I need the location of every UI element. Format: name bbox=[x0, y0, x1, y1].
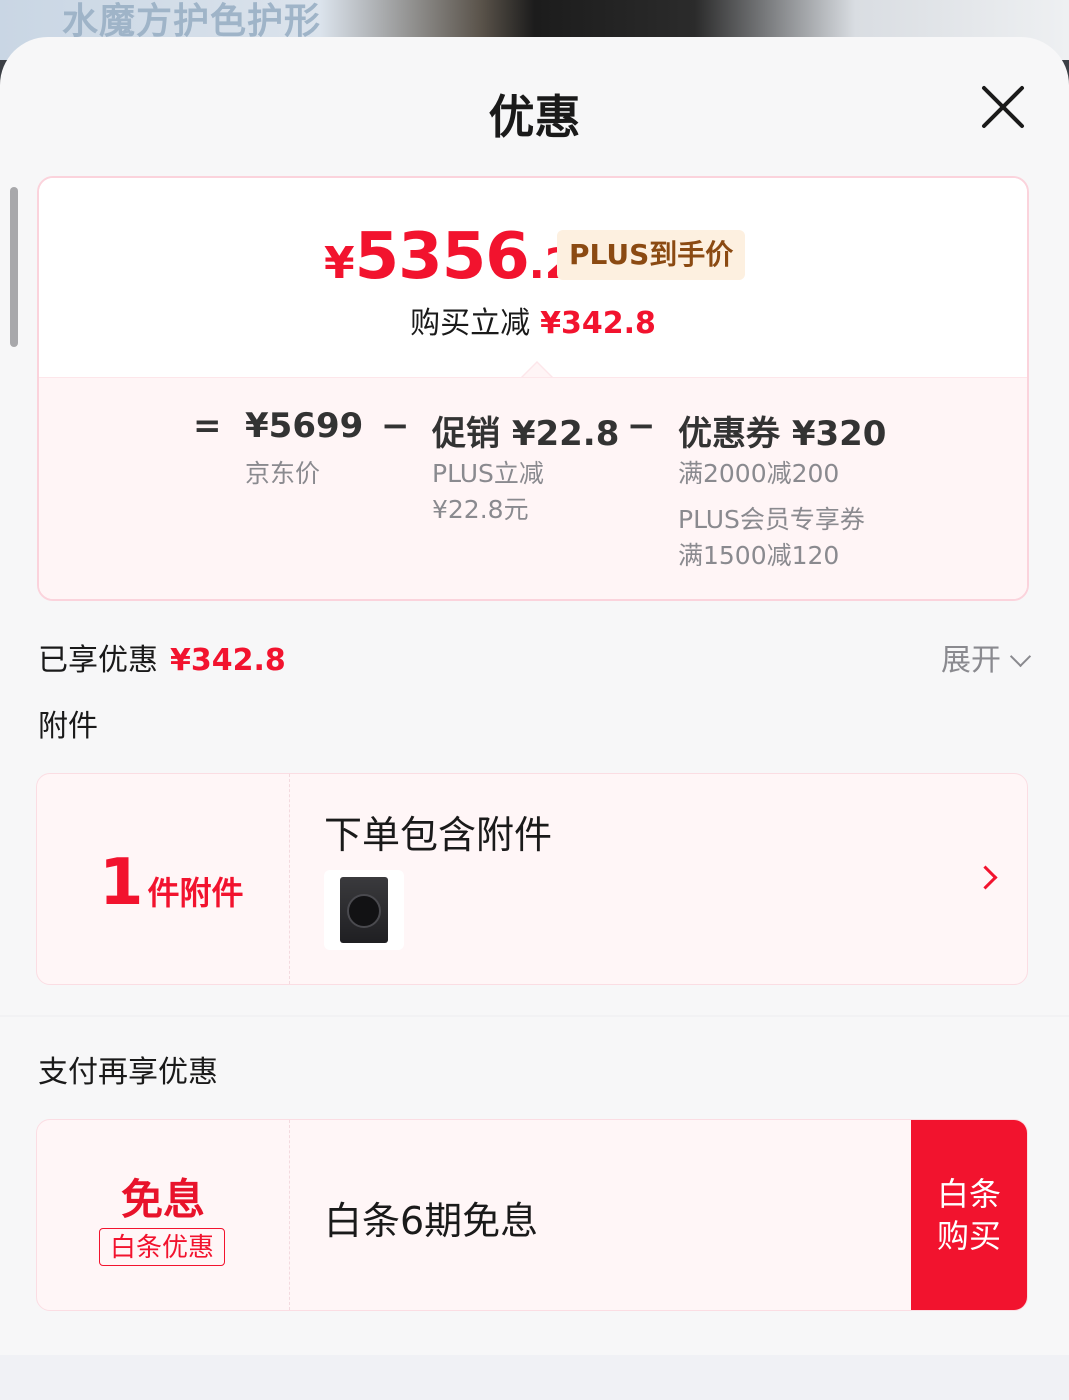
close-icon[interactable] bbox=[980, 84, 1026, 130]
promotion-detail: ¥22.8元 bbox=[432, 495, 529, 524]
jd-price-label: 京东价 bbox=[245, 459, 321, 488]
enjoyed-amount: ¥342.8 bbox=[170, 643, 286, 678]
reduce-line: 购买立减 ¥342.8 bbox=[39, 298, 1027, 342]
enjoyed-discount-row: 已享优惠 ¥342.8 展开 bbox=[38, 635, 1032, 679]
interest-free-title: 免息 bbox=[120, 1175, 205, 1224]
price-card: ¥5356.2 PLUS到手价 购买立减 ¥342.8 = ¥5699 京东价 −… bbox=[37, 176, 1029, 601]
minus-sign: − bbox=[381, 406, 410, 446]
washing-machine-image bbox=[340, 877, 388, 943]
jd-price-value: ¥5699 bbox=[245, 406, 364, 446]
coupon-detail: PLUS会员专享券 bbox=[678, 505, 865, 534]
accessory-count: 1 件附件 bbox=[99, 846, 244, 920]
payment-badge-panel: 免息 白条优惠 bbox=[37, 1120, 290, 1310]
accessories-card[interactable]: 1 件附件 下单包含附件 bbox=[36, 773, 1028, 985]
accessories-section-title: 附件 bbox=[38, 709, 98, 744]
sheet-title: 优惠 bbox=[488, 90, 581, 144]
accessory-thumbnail[interactable] bbox=[324, 870, 404, 950]
enjoyed-label: 已享优惠 bbox=[38, 643, 158, 678]
accessory-count-panel: 1 件附件 bbox=[37, 774, 290, 984]
price-integer: 5356 bbox=[354, 220, 530, 294]
notch bbox=[523, 363, 551, 377]
baitiao-buy-button[interactable]: 白条 购买 bbox=[911, 1120, 1027, 1310]
coupon-detail: 满1500减120 bbox=[678, 541, 840, 570]
accessory-count-unit: 件附件 bbox=[147, 874, 244, 912]
equals-sign: = bbox=[193, 406, 222, 446]
coupon-detail: 满2000减200 bbox=[678, 459, 840, 488]
chevron-down-icon bbox=[1009, 645, 1032, 668]
bottom-band bbox=[0, 1355, 1069, 1400]
final-price: ¥5356.2 bbox=[324, 220, 574, 294]
divider bbox=[0, 1015, 1069, 1017]
buy-button-line1: 白条 bbox=[936, 1175, 1001, 1213]
promotion-detail: PLUS立减 bbox=[432, 459, 544, 488]
expand-label: 展开 bbox=[941, 643, 1001, 678]
reduce-amount: ¥342.8 bbox=[540, 306, 656, 341]
promotion-value: 促销 ¥22.8 bbox=[432, 414, 620, 454]
baitiao-tag: 白条优惠 bbox=[99, 1228, 225, 1266]
reduce-label: 购买立减 bbox=[410, 306, 531, 341]
buy-button-line2: 购买 bbox=[936, 1217, 1001, 1255]
accessory-count-number: 1 bbox=[99, 846, 144, 920]
minus-sign: − bbox=[627, 406, 656, 446]
accessory-title: 下单包含附件 bbox=[324, 813, 553, 857]
price-summary: ¥5356.2 PLUS到手价 购买立减 ¥342.8 bbox=[39, 178, 1027, 377]
expand-toggle[interactable]: 展开 bbox=[941, 635, 1032, 679]
payment-section-title: 支付再享优惠 bbox=[38, 1055, 218, 1090]
coupon-value: 优惠券 ¥320 bbox=[678, 414, 887, 454]
discount-sheet: 优惠 ¥5356.2 PLUS到手价 购买立减 ¥342.8 = ¥5699 京东… bbox=[0, 37, 1069, 1400]
payment-card[interactable]: 免息 白条优惠 白条6期免息 白条 购买 bbox=[36, 1119, 1028, 1311]
chevron-right-icon[interactable] bbox=[973, 865, 998, 890]
payment-offer-text: 白条6期免息 bbox=[324, 1199, 539, 1243]
currency-symbol: ¥ bbox=[324, 238, 355, 289]
plus-price-tag: PLUS到手价 bbox=[557, 230, 746, 280]
scrollbar[interactable] bbox=[10, 187, 18, 347]
